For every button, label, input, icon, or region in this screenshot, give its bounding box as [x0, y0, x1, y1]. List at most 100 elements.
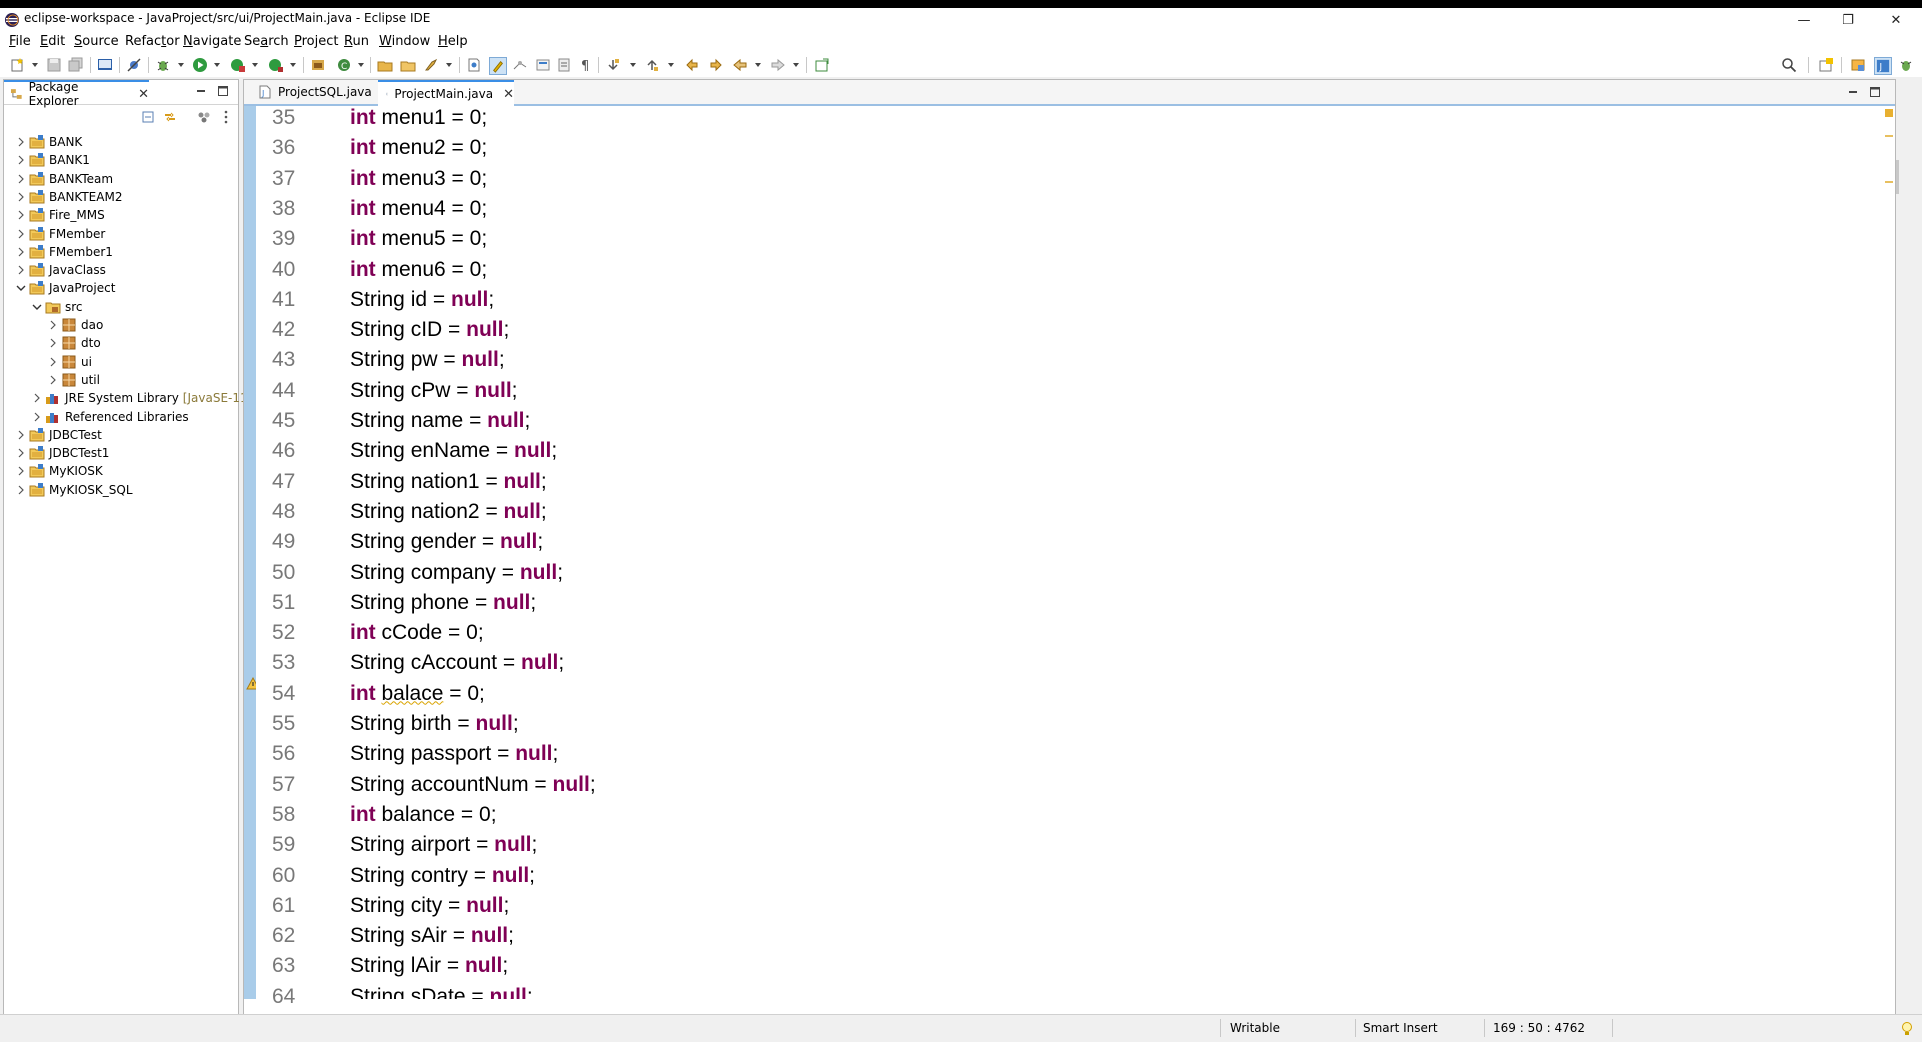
overview-annotation[interactable]: [1885, 181, 1893, 183]
tree-item-fire-mms[interactable]: Fire_MMS: [16, 206, 105, 224]
chevron-right-icon[interactable]: [16, 466, 26, 476]
next-annotation-dropdown-icon[interactable]: [630, 63, 636, 67]
chevron-right-icon[interactable]: [48, 375, 58, 385]
tree-item-mykiosk-sql[interactable]: MyKIOSK_SQL: [16, 481, 133, 499]
chevron-right-icon[interactable]: [16, 485, 26, 495]
search-icon[interactable]: [1781, 57, 1797, 73]
vertical-scrollbar-thumb[interactable]: [1896, 160, 1899, 194]
search-tool-dropdown-icon[interactable]: [446, 63, 452, 67]
tree-item-referenced-libraries[interactable]: Referenced Libraries: [32, 408, 189, 426]
code-line[interactable]: String airport = null;: [350, 833, 537, 857]
menu-refactor[interactable]: Refactor: [125, 34, 180, 49]
maximize-editor-icon[interactable]: [1868, 85, 1882, 99]
code-line[interactable]: String sAir = null;: [350, 924, 514, 948]
chevron-right-icon[interactable]: [48, 338, 58, 348]
code-line[interactable]: String lAir = null;: [350, 954, 508, 978]
menu-help[interactable]: Help: [438, 34, 468, 49]
code-line[interactable]: int menu4 = 0;: [350, 197, 487, 221]
tree-item-bankteam[interactable]: BANKTeam: [16, 170, 113, 188]
run-icon[interactable]: [192, 57, 208, 73]
code-line[interactable]: int cCode = 0;: [350, 621, 484, 645]
code-line[interactable]: String accountNum = null;: [350, 773, 596, 797]
new-class-dropdown-icon[interactable]: [358, 63, 364, 67]
open-type-icon[interactable]: [377, 57, 393, 73]
code-editor[interactable]: 35 36 37 38 39 40 41 42 43 44 45 46 47 48 49 50 51 52 53 54…: [244, 106, 1895, 1039]
lightbulb-icon[interactable]: [1900, 1021, 1914, 1037]
code-line[interactable]: String city = null;: [350, 894, 509, 918]
menu-navigate[interactable]: Navigate: [183, 34, 241, 49]
external-tools-dropdown-icon[interactable]: [290, 63, 296, 67]
new-java-class-icon[interactable]: C: [336, 57, 352, 73]
chevron-right-icon[interactable]: [16, 174, 26, 184]
menu-search[interactable]: Search: [244, 34, 289, 49]
code-line[interactable]: String company = null;: [350, 561, 563, 585]
tab-projectmain-java[interactable]: J ProjectMain.java ✕: [378, 80, 514, 106]
close-icon[interactable]: ✕: [138, 87, 149, 102]
new-dropdown-icon[interactable]: [32, 63, 38, 67]
chevron-right-icon[interactable]: [16, 265, 26, 275]
minimize-view-icon[interactable]: [194, 84, 208, 98]
save-all-icon[interactable]: [68, 57, 84, 73]
forward-icon[interactable]: [770, 57, 786, 73]
toggle-mark-occurrences-icon[interactable]: [489, 57, 507, 75]
tree-item-dao[interactable]: dao: [48, 316, 103, 334]
overview-ruler[interactable]: [1884, 106, 1894, 999]
menu-project[interactable]: Project: [294, 34, 339, 49]
chevron-right-icon[interactable]: [16, 155, 26, 165]
close-window-button[interactable]: ✕: [1874, 8, 1918, 32]
chevron-down-icon[interactable]: [32, 302, 42, 312]
tab-package-explorer[interactable]: Package Explorer ✕: [4, 80, 149, 108]
chevron-right-icon[interactable]: [16, 448, 26, 458]
menu-edit[interactable]: Edit: [40, 34, 65, 49]
code-line[interactable]: int menu5 = 0;: [350, 227, 487, 251]
chevron-right-icon[interactable]: [16, 229, 26, 239]
chevron-right-icon[interactable]: [16, 210, 26, 220]
chevron-right-icon[interactable]: [32, 393, 42, 403]
status-insert-mode[interactable]: Smart Insert: [1363, 1021, 1438, 1035]
tree-item-src[interactable]: src: [32, 298, 83, 316]
pin-editor-icon[interactable]: [814, 57, 830, 73]
external-tools-icon[interactable]: [268, 57, 284, 73]
open-resource-icon[interactable]: [400, 57, 416, 73]
menu-file[interactable]: File: [9, 34, 31, 49]
view-menu-icon[interactable]: [218, 109, 234, 125]
skip-breakpoints-icon[interactable]: [126, 57, 142, 73]
chevron-down-icon[interactable]: [16, 283, 26, 293]
last-edit-location-icon[interactable]: [684, 57, 700, 73]
code-line[interactable]: String cID = null;: [350, 318, 509, 342]
code-line[interactable]: String phone = null;: [350, 591, 536, 615]
tree-item-jdbctest1[interactable]: JDBCTest1: [16, 444, 109, 462]
code-line[interactable]: String name = null;: [350, 409, 530, 433]
toggle-breadcrumb-icon[interactable]: [535, 57, 551, 73]
minimize-button[interactable]: —: [1782, 8, 1826, 32]
chevron-right-icon[interactable]: [16, 430, 26, 440]
menu-source[interactable]: Source: [74, 34, 119, 49]
menu-run[interactable]: Run: [344, 34, 369, 49]
tree-item-ui[interactable]: ui: [48, 353, 92, 371]
chevron-right-icon[interactable]: [16, 137, 26, 147]
coverage-dropdown-icon[interactable]: [252, 63, 258, 67]
restore-button[interactable]: ❐: [1826, 8, 1870, 32]
toggle-block-selection-icon[interactable]: [512, 57, 528, 73]
code-line[interactable]: int menu2 = 0;: [350, 136, 487, 160]
chevron-right-icon[interactable]: [48, 357, 58, 367]
code-line[interactable]: String gender = null;: [350, 530, 543, 554]
new-icon[interactable]: [10, 57, 26, 73]
code-line[interactable]: String passport = null;: [350, 742, 558, 766]
collapse-all-icon[interactable]: [140, 109, 156, 125]
code-line[interactable]: String birth = null;: [350, 712, 519, 736]
terminal-icon[interactable]: [97, 57, 113, 73]
debug-icon[interactable]: [155, 57, 171, 73]
tree-item-javaproject[interactable]: JavaProject: [16, 279, 115, 297]
forward-dropdown-icon[interactable]: [793, 63, 799, 67]
code-line[interactable]: String cAccount = null;: [350, 651, 564, 675]
previous-annotation-dropdown-icon[interactable]: [668, 63, 674, 67]
toggle-word-wrap-icon[interactable]: [556, 57, 572, 73]
code-line[interactable]: String enName = null;: [350, 439, 557, 463]
show-whitespace-icon[interactable]: ¶: [578, 57, 594, 73]
minimize-editor-icon[interactable]: [1846, 85, 1860, 99]
chevron-right-icon[interactable]: [48, 320, 58, 330]
code-line[interactable]: String sDate = null;: [350, 985, 533, 999]
chevron-right-icon[interactable]: [32, 412, 42, 422]
forward-edit-icon[interactable]: [708, 57, 724, 73]
